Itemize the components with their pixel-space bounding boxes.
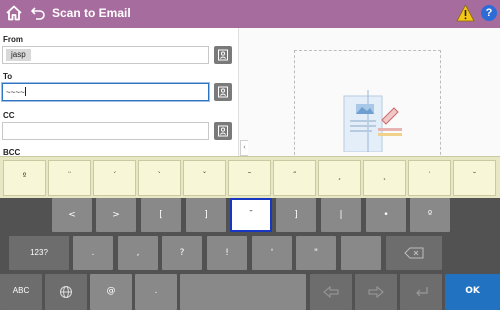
help-icon[interactable]: ?	[481, 5, 497, 21]
key-macron-selected[interactable]: ¯	[230, 198, 272, 232]
key-language[interactable]	[45, 274, 87, 310]
key-ordinal[interactable]: º	[410, 198, 450, 232]
key-at[interactable]: @	[90, 274, 132, 310]
cc-label: CC	[3, 111, 15, 120]
candidate-key[interactable]: ˜	[228, 160, 271, 196]
key-quote[interactable]: "	[296, 236, 336, 270]
enter-icon	[416, 287, 428, 297]
key-123[interactable]: 123?	[9, 236, 69, 270]
to-input-text: ~~~~	[6, 88, 25, 97]
collapse-handle[interactable]: ‹	[240, 140, 248, 156]
key-open-bracket[interactable]: [	[141, 198, 181, 232]
candidate-key[interactable]: ˙	[408, 160, 451, 196]
candidate-key[interactable]: ˇ	[183, 160, 226, 196]
email-form: From jasp To ~~~~ CC BCC	[0, 28, 238, 157]
key-comma[interactable]: ,	[118, 236, 158, 270]
candidate-bar: º ¨ ´ ` ˇ ˜ ˝ ¸ ˛ ˙ ˘	[0, 156, 500, 198]
from-address-book-button[interactable]	[214, 46, 232, 64]
candidate-key[interactable]: `	[138, 160, 181, 196]
candidate-key[interactable]: ´	[93, 160, 136, 196]
from-field[interactable]: jasp	[2, 46, 209, 64]
candidate-key[interactable]: º	[3, 160, 46, 196]
on-screen-keyboard: < > [ ] ¯ ] | • º 123? . , ? ! ' " ABC @…	[0, 198, 500, 310]
page-title: Scan to Email	[52, 6, 131, 20]
candidate-key[interactable]: ˝	[273, 160, 316, 196]
key-period[interactable]: .	[73, 236, 113, 270]
address-book-icon	[218, 49, 228, 61]
candidate-key[interactable]: ¨	[48, 160, 91, 196]
candidate-key[interactable]: ¸	[318, 160, 361, 196]
key-enter[interactable]	[400, 274, 442, 310]
address-book-icon	[218, 125, 228, 137]
key-blank[interactable]	[341, 236, 381, 270]
key-bullet[interactable]: •	[366, 198, 406, 232]
from-chip[interactable]: jasp	[6, 49, 31, 61]
key-space[interactable]	[180, 274, 306, 310]
ok-button[interactable]: OK	[445, 274, 500, 310]
scan-preview-panel	[238, 28, 500, 160]
cc-address-book-button[interactable]	[214, 122, 232, 140]
warning-icon[interactable]	[456, 4, 475, 22]
to-field[interactable]: ~~~~	[2, 83, 209, 101]
key-right-arrow[interactable]	[355, 274, 397, 310]
key-dot[interactable]: .	[135, 274, 177, 310]
key-question[interactable]: ?	[162, 236, 202, 270]
key-abc[interactable]: ABC	[0, 274, 42, 310]
key-close-bracket-2[interactable]: ]	[276, 198, 316, 232]
candidate-key[interactable]: ˘	[453, 160, 496, 196]
to-address-book-button[interactable]	[214, 83, 232, 101]
backspace-icon	[404, 247, 424, 259]
address-book-icon	[218, 86, 228, 98]
key-left-arrow[interactable]	[310, 274, 352, 310]
key-exclamation[interactable]: !	[207, 236, 247, 270]
right-arrow-icon	[368, 286, 384, 298]
from-label: From	[3, 35, 23, 44]
key-close-bracket[interactable]: ]	[186, 198, 226, 232]
document-preview-icon	[342, 90, 406, 157]
globe-icon	[60, 286, 72, 298]
left-arrow-icon	[323, 286, 339, 298]
key-pipe[interactable]: |	[321, 198, 361, 232]
key-backspace[interactable]	[386, 236, 442, 270]
key-greater-than[interactable]: >	[96, 198, 136, 232]
to-label: To	[3, 72, 13, 81]
home-icon[interactable]	[5, 4, 23, 22]
key-apostrophe[interactable]: '	[252, 236, 292, 270]
back-icon[interactable]	[30, 5, 46, 21]
key-less-than[interactable]: <	[52, 198, 92, 232]
text-caret	[24, 87, 26, 96]
title-bar: Scan to Email ?	[0, 0, 500, 28]
candidate-key[interactable]: ˛	[363, 160, 406, 196]
cc-field[interactable]	[2, 122, 209, 140]
